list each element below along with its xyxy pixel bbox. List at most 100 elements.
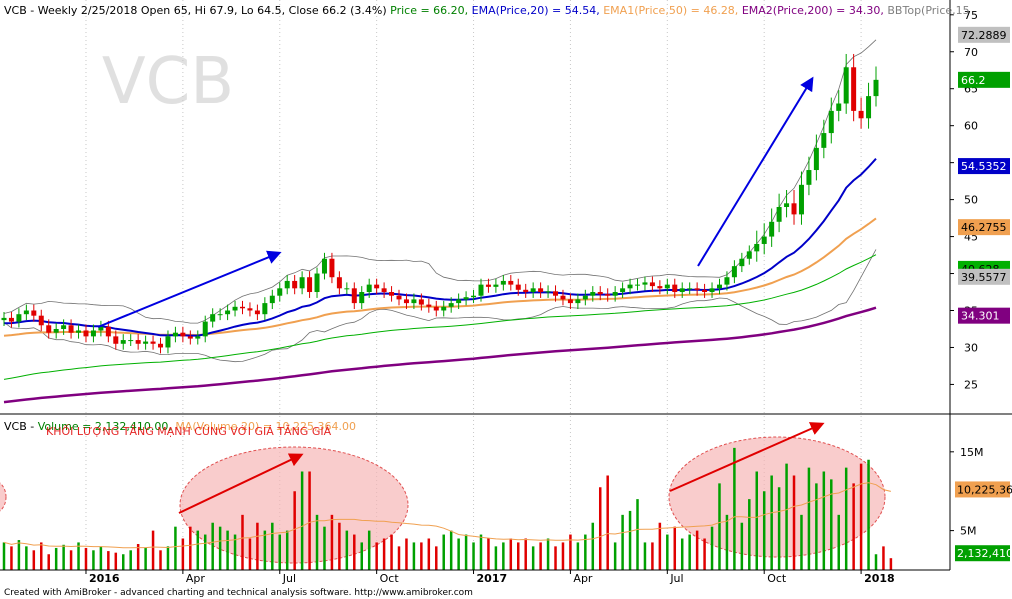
candle-body	[530, 288, 536, 293]
candle-body	[821, 133, 827, 148]
date-tick-label: Jul	[282, 572, 296, 585]
candle-body	[329, 258, 335, 278]
candle-body	[567, 299, 573, 304]
candle-body	[90, 330, 96, 337]
candle-body	[560, 295, 566, 300]
price-value-label: 39.5577	[961, 271, 1007, 284]
candle-body	[16, 314, 22, 322]
candle-body	[165, 336, 171, 348]
candle-body	[389, 292, 395, 296]
candle-body	[411, 299, 417, 304]
candle-body	[68, 325, 74, 333]
candle-body	[784, 203, 790, 207]
candle-body	[374, 284, 380, 289]
date-tick-label: Oct	[767, 572, 787, 585]
title-segment: Price = 66.20,	[390, 4, 472, 17]
candle-body	[493, 284, 499, 287]
candle-body	[478, 284, 484, 296]
candle-body	[873, 79, 879, 97]
candle-body	[321, 258, 327, 274]
candle-body	[761, 236, 767, 244]
price-tick-label: 30	[964, 341, 978, 354]
candle-body	[620, 288, 626, 293]
candle-body	[441, 306, 447, 311]
date-tick-label: Oct	[380, 572, 400, 585]
candle-body	[828, 110, 834, 134]
candle-body	[731, 266, 737, 278]
candle-body	[314, 273, 320, 293]
footer-credit: Created with AmiBroker - advanced charti…	[4, 588, 473, 598]
volume-annotation-text: KHỐI LƯỢNG TĂNG MẠNH CÙNG VỚI GIÁ TĂNG G…	[46, 424, 332, 438]
candle-body	[284, 280, 290, 289]
price-value-label: 72.2889	[961, 29, 1007, 42]
candle-body	[426, 304, 432, 307]
candle-body	[597, 292, 603, 295]
candle-body	[351, 288, 357, 304]
candle-body	[769, 221, 775, 237]
candle-body	[687, 288, 693, 290]
candle-body	[128, 340, 134, 342]
price-value-label: 66.2	[961, 74, 986, 87]
candle-body	[575, 299, 581, 304]
candle-body	[739, 258, 745, 267]
date-tick-label: Jul	[669, 572, 683, 585]
candle-body	[210, 314, 216, 322]
candle-body	[277, 288, 283, 296]
title-segment: EMA2(Price,200) = 34.30,	[742, 4, 888, 17]
candle-body	[471, 295, 477, 298]
candle-body	[694, 288, 700, 290]
candle-body	[1, 317, 7, 321]
candle-body	[247, 308, 253, 311]
candle-body	[344, 288, 350, 290]
price-tick-label: 70	[964, 46, 978, 59]
candle-body	[515, 284, 521, 290]
date-tick-label: Apr	[573, 572, 593, 585]
candle-body	[553, 291, 559, 296]
candle-body	[746, 251, 752, 259]
candle-body	[336, 277, 342, 289]
candle-body	[195, 336, 201, 339]
title-segment: EMA(Price,20) = 54.54,	[472, 4, 604, 17]
candle-body	[709, 288, 715, 293]
candle-body	[858, 110, 864, 119]
candle-body	[791, 203, 797, 215]
candle-body	[806, 170, 812, 185]
price-tick-label: 25	[964, 378, 978, 391]
candle-body	[485, 284, 491, 287]
title-segment: BBTop(Price,15	[887, 4, 969, 17]
candle-body	[254, 310, 260, 315]
price-value-label: 34.301	[961, 310, 1000, 323]
candle-body	[31, 310, 37, 316]
candle-body	[508, 280, 514, 285]
price-volume-chart[interactable]: VCB 253035404550556065707515M5M72.288966…	[0, 0, 1012, 599]
candle-body	[143, 341, 149, 344]
date-tick-label: 2016	[89, 572, 120, 585]
volume-tick-label: 5M	[960, 525, 977, 538]
candle-body	[239, 306, 245, 309]
title-segment: VCB - Weekly 2/25/2018 Open 65, Hi 67.9,…	[4, 4, 390, 17]
candle-body	[187, 336, 193, 339]
candle-body	[851, 67, 857, 111]
candle-body	[366, 284, 372, 293]
volume-tick-label: 15M	[960, 446, 984, 459]
candle-body	[590, 292, 596, 296]
candle-body	[836, 103, 842, 111]
price-value-label: 46.2755	[961, 221, 1007, 234]
candle-body	[448, 303, 454, 307]
volume-value-label: 2,132,410	[957, 547, 1012, 560]
candle-body	[716, 284, 722, 289]
candle-body	[172, 332, 178, 337]
price-value-label: 54.5352	[961, 160, 1007, 173]
price-title: VCB - Weekly 2/25/2018 Open 65, Hi 67.9,…	[4, 4, 970, 17]
candle-body	[76, 330, 82, 333]
candle-body	[403, 299, 409, 304]
candle-body	[61, 325, 67, 329]
candle-body	[120, 340, 126, 344]
candle-body	[523, 289, 529, 293]
candle-body	[217, 314, 223, 316]
price-tick-label: 60	[964, 120, 978, 133]
candle-body	[724, 277, 730, 285]
title-segment: VCB -	[4, 420, 38, 433]
candle-body	[664, 284, 670, 289]
candle-body	[642, 282, 648, 285]
